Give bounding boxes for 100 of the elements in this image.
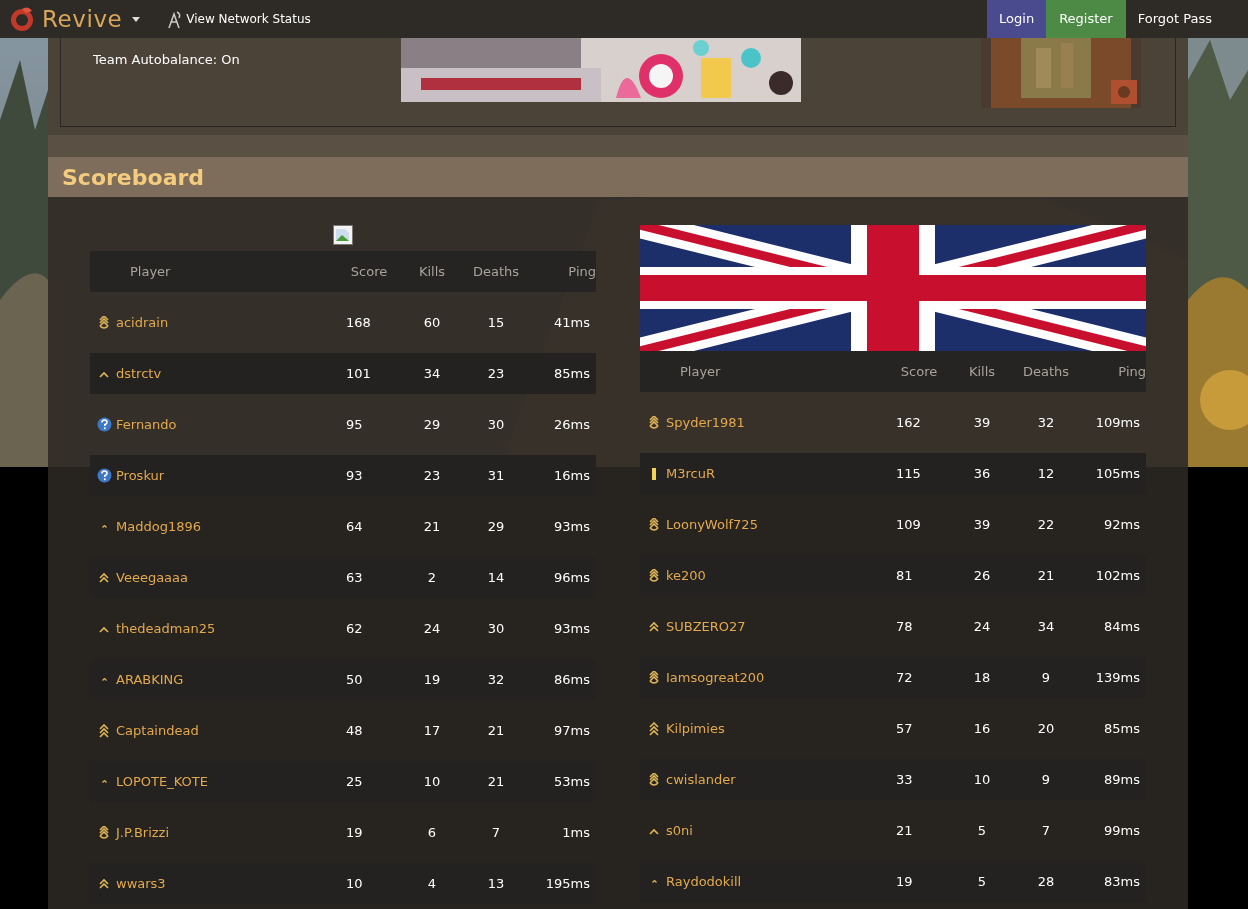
table-cell-text: 85ms <box>1103 719 1141 738</box>
table-cell-text: 92ms <box>1103 515 1141 534</box>
player-link[interactable]: ARABKING <box>116 669 184 690</box>
player-link[interactable]: Iamsogreat200 <box>666 667 765 688</box>
player-link[interactable]: Maddog1896 <box>116 516 201 537</box>
table-cell-text: 14 <box>486 568 506 587</box>
table-cell-text: 29 <box>486 517 506 536</box>
table-cell-text: 4 <box>426 874 438 893</box>
table-cell-text: 2 <box>426 568 438 587</box>
table-cell-text: 16ms <box>553 466 591 485</box>
rank-icon <box>648 721 660 736</box>
player-link[interactable]: thedeadman25 <box>116 618 216 639</box>
player-link[interactable]: M3rcuR <box>666 463 715 484</box>
table-cell-text: 36 <box>972 464 992 483</box>
player-link[interactable]: cwislander <box>666 769 736 790</box>
table-cell-text: 10 <box>345 874 364 893</box>
rank-icon <box>651 880 657 883</box>
rank-icon <box>648 619 660 634</box>
rank-icon <box>648 670 660 685</box>
player-link[interactable]: ke200 <box>666 565 706 586</box>
table-cell-text: 9 <box>1040 770 1052 789</box>
table-cell-text: 64 <box>345 517 364 536</box>
table-cell-text: 89ms <box>1103 770 1141 789</box>
table-cell-text: 63 <box>345 568 364 587</box>
table-cell-text: 72 <box>895 668 914 687</box>
table-cell-text: 50 <box>345 670 364 689</box>
player-link[interactable]: J.P.Brizzi <box>116 822 170 843</box>
table-cell-text: 96ms <box>553 568 591 587</box>
table-cell-text: 83ms <box>1103 872 1141 891</box>
table-cell-text: 32 <box>486 670 506 689</box>
table-cell-text: 21 <box>895 821 914 840</box>
player-link[interactable]: Kilpimies <box>666 718 725 739</box>
table-cell-text: 115 <box>895 464 922 483</box>
table-cell-text: 7 <box>1040 821 1052 840</box>
table-cell-text: 93ms <box>553 619 591 638</box>
table-cell-text: 25 <box>345 772 364 791</box>
table-cell-text: 195ms <box>544 874 591 893</box>
table-cell-text: 21 <box>422 517 442 536</box>
table-cell-text: 30 <box>486 619 506 638</box>
player-link[interactable]: Raydodokill <box>666 871 742 892</box>
table-cell-text: 21 <box>486 721 506 740</box>
rank-icon <box>98 723 110 738</box>
table-cell-text: 31 <box>486 466 506 485</box>
table-cell-text: 20 <box>1036 719 1056 738</box>
player-link[interactable]: SUBZERO27 <box>666 616 746 637</box>
player-link[interactable]: LoonyWolf725 <box>666 514 758 535</box>
table-cell-text: 97ms <box>553 721 591 740</box>
table-cell-text: 21 <box>1036 566 1056 585</box>
table-cell-text: 78 <box>895 617 914 636</box>
rank-icon <box>101 678 107 681</box>
table-cell-text: 93 <box>345 466 364 485</box>
table-cell-text: 109 <box>895 515 922 534</box>
table-cell-text: 81 <box>895 566 914 585</box>
table-cell-text: 86ms <box>553 670 591 689</box>
table-cell-text: 23 <box>422 466 442 485</box>
table-cell-text: 139ms <box>1094 668 1141 687</box>
table-cell-text: 28 <box>1036 872 1056 891</box>
rank-icon <box>648 568 660 583</box>
table-cell-text: 57 <box>895 719 914 738</box>
rank-icon <box>101 525 107 528</box>
table-cell-text: 34 <box>1036 617 1056 636</box>
table-cell-text: 102ms <box>1094 566 1141 585</box>
table-cell-text: 24 <box>972 617 992 636</box>
table-cell-text: 16 <box>972 719 992 738</box>
unknown-rank-icon <box>96 468 112 483</box>
table-cell-text: 53ms <box>553 772 591 791</box>
player-link[interactable]: s0ni <box>666 820 693 841</box>
table-cell-text: 12 <box>1036 464 1056 483</box>
table-cell-text: 48 <box>345 721 364 740</box>
player-link[interactable]: Captaindead <box>116 720 199 741</box>
table-cell-text: 84ms <box>1103 617 1141 636</box>
player-link[interactable]: wwars3 <box>116 873 166 894</box>
table-cell-text: 33 <box>895 770 914 789</box>
player-link[interactable]: LOPOTE_KOTE <box>116 771 208 792</box>
table-cell-text: 5 <box>976 821 988 840</box>
table-cell-text: 21 <box>486 772 506 791</box>
table-cell-text: 19 <box>895 872 914 891</box>
table-cell-text: 10 <box>422 772 442 791</box>
table-cell-text: 17 <box>422 721 442 740</box>
table-cell-text: 19 <box>345 823 364 842</box>
player-link[interactable]: Veeegaaaa <box>116 567 188 588</box>
rank-icon <box>648 772 660 787</box>
rank-icon <box>98 825 110 840</box>
table-cell-text: 5 <box>976 872 988 891</box>
table-cell-text: 1ms <box>561 823 591 842</box>
table-cell-text: 10 <box>972 770 992 789</box>
table-cell-text: 105ms <box>1094 464 1141 483</box>
table-cell-text: 93ms <box>553 517 591 536</box>
table-cell-text: 19 <box>422 670 442 689</box>
table-cell-text: 18 <box>972 668 992 687</box>
table-cell-text: 9 <box>1040 668 1052 687</box>
table-cell-text: 13 <box>486 874 506 893</box>
player-link[interactable]: Proskur <box>116 465 165 486</box>
table-cell-text: 99ms <box>1103 821 1141 840</box>
rank-icon <box>101 780 107 783</box>
rank-icon <box>98 570 110 585</box>
rank-icon <box>98 876 110 891</box>
table-cell-text: 26 <box>972 566 992 585</box>
table-cell-text: 6 <box>426 823 438 842</box>
table-cell-text: 39 <box>972 515 992 534</box>
